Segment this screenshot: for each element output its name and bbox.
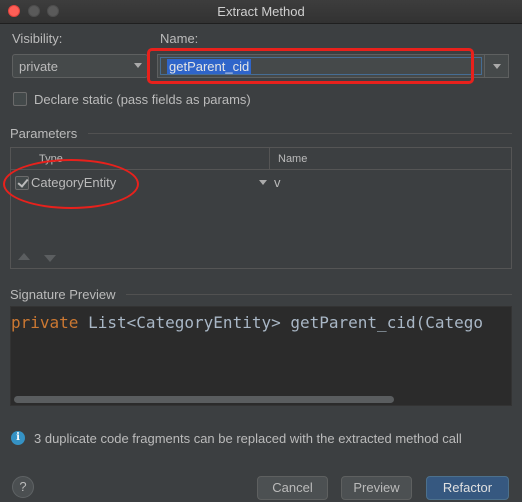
chevron-down-icon — [493, 64, 501, 69]
declare-static-label: Declare static (pass fields as params) — [34, 92, 251, 107]
column-header-name[interactable]: Name — [278, 153, 307, 165]
signature-preview-label: Signature Preview — [10, 287, 116, 302]
visibility-label: Visibility: — [12, 31, 63, 46]
name-dropdown-button[interactable] — [484, 54, 509, 78]
chevron-down-icon — [134, 63, 142, 68]
help-button[interactable]: ? — [12, 476, 34, 498]
signature-code: private List<CategoryEntity> getParent_c… — [11, 313, 483, 332]
signature-keyword: private — [11, 313, 79, 332]
horizontal-scrollbar[interactable] — [14, 396, 394, 403]
table-toolbar — [11, 248, 511, 268]
visibility-select[interactable]: private — [12, 54, 148, 78]
column-divider[interactable] — [269, 148, 270, 170]
chevron-down-icon[interactable] — [259, 180, 267, 185]
cancel-button[interactable]: Cancel — [257, 476, 328, 500]
signature-divider — [126, 294, 512, 295]
signature-text: List<CategoryEntity> getParent_cid(Categ… — [78, 313, 484, 332]
visibility-value: private — [19, 59, 59, 74]
parameters-section-label: Parameters — [10, 126, 78, 141]
annotation-highlight-ellipse — [3, 159, 139, 209]
signature-preview-pane[interactable]: private List<CategoryEntity> getParent_c… — [10, 306, 512, 406]
move-down-icon[interactable] — [44, 255, 56, 262]
name-label: Name: — [160, 31, 199, 46]
info-icon: i — [11, 431, 25, 445]
window-title: Extract Method — [217, 4, 305, 19]
info-message: 3 duplicate code fragments can be replac… — [34, 431, 462, 446]
annotation-highlight-box — [147, 48, 474, 84]
parameters-divider — [88, 133, 512, 134]
move-up-icon[interactable] — [18, 253, 30, 260]
declare-static-checkbox[interactable] — [13, 92, 27, 106]
refactor-button[interactable]: Refactor — [426, 476, 509, 500]
param-name[interactable]: v — [274, 175, 281, 190]
preview-button[interactable]: Preview — [341, 476, 412, 500]
title-bar: Extract Method — [0, 0, 522, 24]
